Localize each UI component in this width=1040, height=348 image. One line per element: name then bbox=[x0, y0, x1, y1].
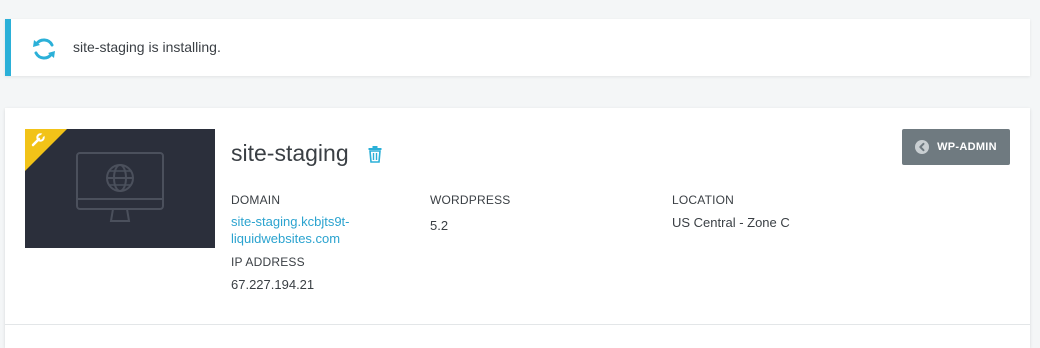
site-card: site-staging DOMAIN site-staging.kcbjts9… bbox=[5, 108, 1030, 348]
chevron-left-circle-icon bbox=[915, 140, 930, 154]
location-label: LOCATION bbox=[672, 193, 735, 207]
monitor-icon bbox=[76, 152, 164, 222]
wordpress-label: WORDPRESS bbox=[430, 193, 511, 207]
card-divider bbox=[5, 324, 1030, 325]
notice-message: site-staging is installing. bbox=[73, 39, 221, 55]
domain-link-line1[interactable]: site-staging.kcbjts9t- bbox=[231, 214, 350, 230]
domain-link-line2[interactable]: liquidwebsites.com bbox=[231, 231, 340, 247]
wordpress-version: 5.2 bbox=[430, 218, 449, 233]
ip-address-value: 67.227.194.21 bbox=[231, 277, 315, 292]
wrench-icon bbox=[31, 133, 45, 147]
location-value: US Central - Zone C bbox=[672, 215, 790, 230]
install-notice: site-staging is installing. bbox=[5, 19, 1030, 76]
sync-icon bbox=[33, 38, 55, 60]
site-thumbnail[interactable] bbox=[25, 129, 215, 248]
wp-admin-button[interactable]: WP-ADMIN bbox=[902, 129, 1010, 165]
site-title[interactable]: site-staging bbox=[231, 140, 349, 167]
trash-icon[interactable] bbox=[367, 145, 383, 163]
wp-admin-label: WP-ADMIN bbox=[937, 141, 997, 153]
domain-label: DOMAIN bbox=[231, 193, 281, 207]
ip-address-label: IP ADDRESS bbox=[231, 255, 305, 269]
